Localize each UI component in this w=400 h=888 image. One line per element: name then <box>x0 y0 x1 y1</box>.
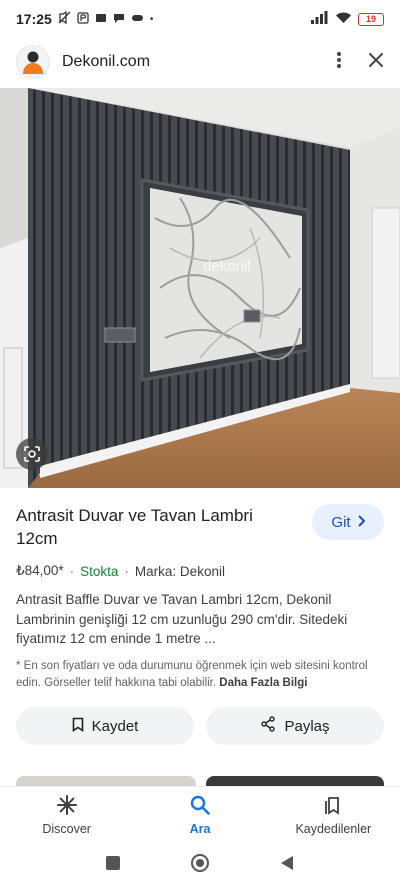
more-info-link[interactable]: Daha Fazla Bilgi <box>219 677 307 689</box>
price: ₺84,00* <box>16 563 64 578</box>
stock-status: Stokta <box>80 563 119 579</box>
google-lens-button[interactable] <box>16 438 48 470</box>
signal-icon <box>311 11 329 27</box>
share-icon <box>260 716 276 736</box>
battery-indicator: 19 <box>358 12 384 26</box>
app-icon <box>77 11 89 27</box>
bottom-navigation: Discover Ara Kaydedilenler <box>0 786 400 842</box>
visit-site-button[interactable]: Git <box>312 504 384 540</box>
related-result-card[interactable] <box>206 776 384 786</box>
bookmark-icon <box>72 717 84 736</box>
status-time: 17:25 <box>16 11 52 27</box>
more-options-icon[interactable] <box>336 51 342 74</box>
home-icon[interactable] <box>190 853 210 878</box>
nav-discover[interactable]: Discover <box>0 787 133 842</box>
disclaimer-text: * En son fiyatları ve oda durumunu öğren… <box>16 660 368 689</box>
bookmarks-icon <box>322 794 344 819</box>
nav-discover-label: Discover <box>42 821 91 836</box>
nav-saved-label: Kaydedilenler <box>295 821 372 836</box>
lens-icon <box>24 446 40 462</box>
chat-icon <box>113 12 125 27</box>
asterisk-icon <box>56 794 78 819</box>
message-icon <box>95 12 107 27</box>
site-avatar <box>16 45 50 79</box>
recents-icon[interactable] <box>105 855 121 876</box>
chevron-right-icon <box>357 514 365 531</box>
game-icon <box>131 12 144 27</box>
status-bar: 17:25 • 19 <box>0 0 400 38</box>
visit-label: Git <box>331 513 351 531</box>
site-header: Dekonil.com <box>0 38 400 86</box>
more-notifications-icon: • <box>149 13 154 25</box>
close-icon[interactable] <box>368 52 384 73</box>
save-label: Kaydet <box>91 717 139 735</box>
notification-icons: • <box>58 10 154 27</box>
share-button[interactable]: Paylaş <box>206 707 384 745</box>
wifi-icon <box>335 11 352 27</box>
product-description: Antrasit Baffle Duvar ve Tavan Lambri 12… <box>16 592 348 646</box>
nav-saved[interactable]: Kaydedilenler <box>267 787 400 842</box>
search-icon <box>189 794 211 819</box>
save-button[interactable]: Kaydet <box>16 707 194 745</box>
back-icon[interactable] <box>279 855 295 876</box>
share-label: Paylaş <box>284 717 330 735</box>
product-meta: ₺84,00* · Stokta · Marka: Dekonil <box>16 563 225 579</box>
site-name[interactable]: Dekonil.com <box>62 53 150 71</box>
product-title: Antrasit Duvar ve Tavan Lambri 12cm <box>16 506 253 548</box>
system-navigation-bar <box>0 842 400 888</box>
brand: Marka: Dekonil <box>134 563 225 579</box>
nav-search-label: Ara <box>189 821 211 836</box>
watermark: dekonil <box>203 258 251 275</box>
nav-search[interactable]: Ara <box>133 787 266 842</box>
person-logo-icon <box>23 51 43 74</box>
mute-icon <box>58 10 71 27</box>
product-image[interactable]: dekonil <box>0 88 400 488</box>
related-result-card[interactable] <box>16 776 196 786</box>
disclaimer-note: * En son fiyatları ve oda durumunu öğren… <box>16 658 388 692</box>
